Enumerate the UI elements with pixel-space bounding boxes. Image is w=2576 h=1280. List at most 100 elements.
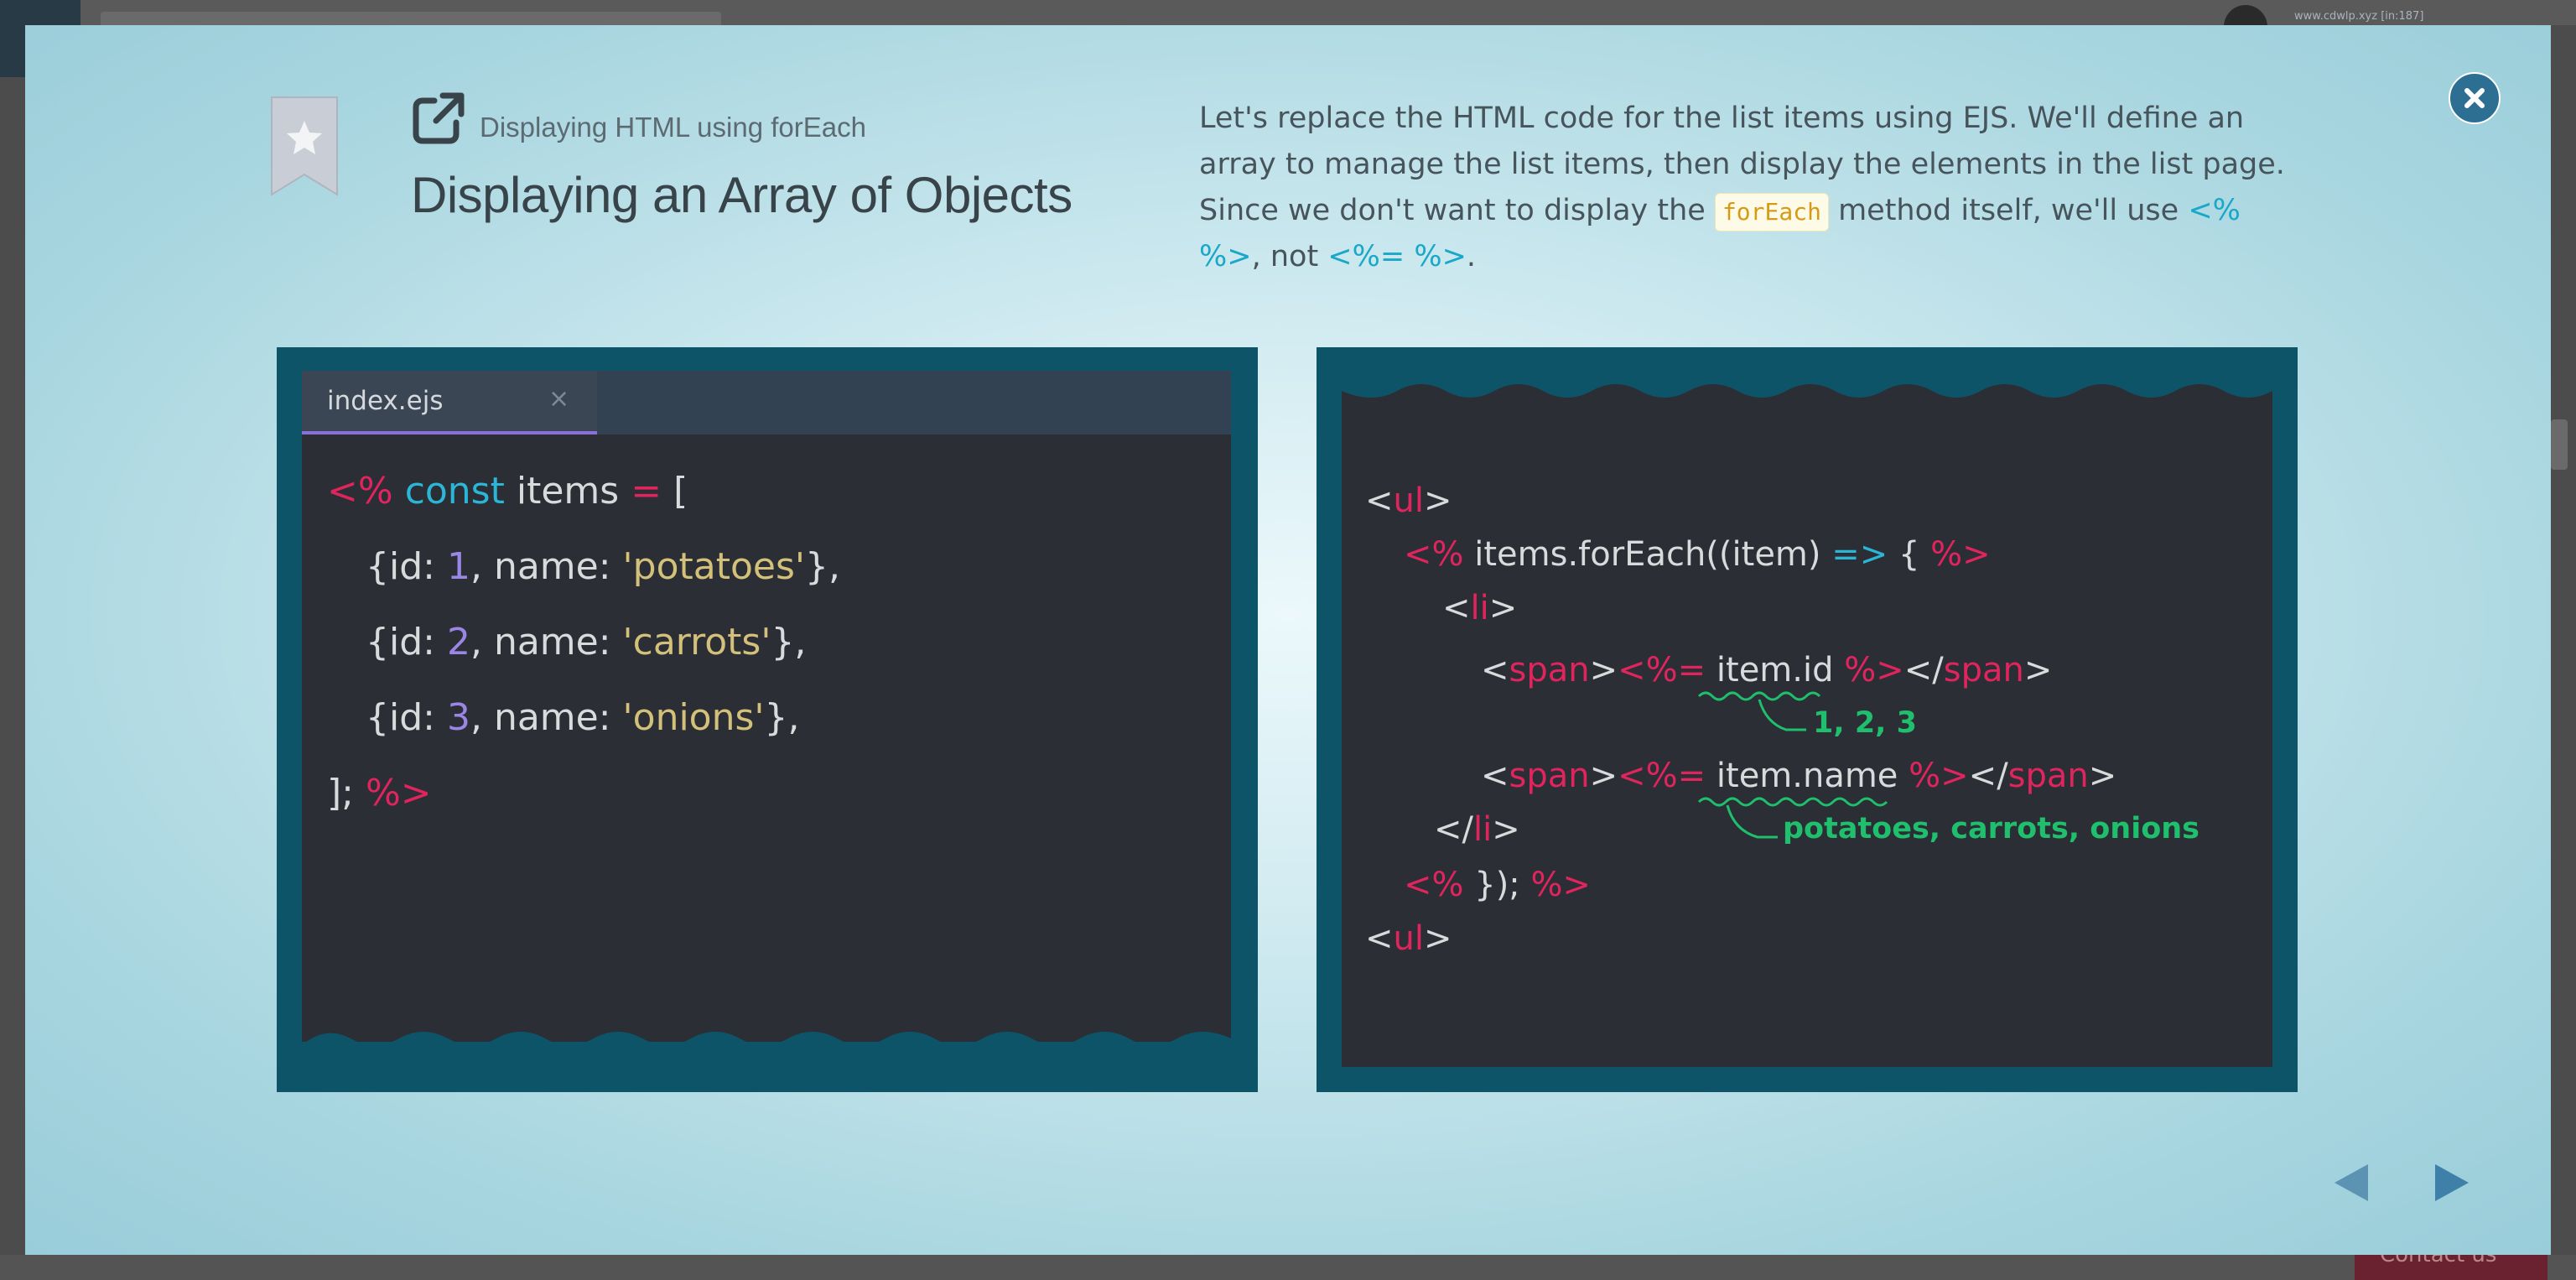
code-token: > [2023, 651, 2053, 689]
code-line: {id: 1, name: 'potatoes'}, [366, 545, 840, 588]
code-token: }, [771, 621, 807, 663]
code-token: 1 [446, 545, 470, 588]
code-token: 'carrots' [622, 621, 771, 663]
code-token: %> [366, 772, 432, 814]
output-code-area: <ul> <% items.forEach((item) => { %> <li… [1342, 371, 2272, 1067]
code-token: span [2007, 757, 2089, 795]
code-token: [ [673, 470, 688, 513]
code-line: <ul> [1365, 481, 1452, 520]
code-line: <% const items = [ [327, 470, 688, 513]
code-token: < [1481, 757, 1509, 795]
lesson-modal: Displaying HTML using forEach Displaying… [25, 25, 2551, 1255]
code-token: < [1481, 651, 1509, 689]
code-token: > [1488, 589, 1518, 627]
code-token: <% [1404, 535, 1464, 574]
code-line: <li> [1442, 589, 1517, 627]
lesson-subtitle: Displaying HTML using forEach [480, 112, 866, 143]
code-token: }); [1474, 866, 1520, 904]
background-user-text: www.cdwlp.xyz [in:187] [2294, 10, 2424, 23]
next-arrow-icon[interactable] [2428, 1159, 2475, 1206]
code-token: %> [1530, 866, 1592, 904]
code-token: 2 [446, 621, 470, 663]
bookmark-star-icon[interactable] [268, 96, 340, 198]
external-link-icon[interactable] [411, 91, 466, 146]
code-line: <ul> [1365, 919, 1452, 958]
code-token: span [1943, 651, 2024, 689]
code-token: 'potatoes' [622, 545, 805, 588]
code-token: %> [1930, 535, 1991, 574]
code-token: <%= [1618, 651, 1706, 689]
code-panel: index.ejs × <% const items = [ {id: 1, n… [277, 347, 1258, 1092]
code-token: <%= [1618, 757, 1706, 795]
code-line: <% items.forEach((item) => { %> [1404, 535, 1991, 574]
tab-filename: index.ejs [327, 386, 444, 416]
code-token: > [1423, 919, 1452, 958]
description-text: method itself, we'll use [1828, 194, 2189, 227]
code-token: <% [1404, 866, 1464, 904]
code-token: items [516, 470, 620, 513]
code-token: ul [1393, 481, 1424, 520]
code-token: , name: [470, 545, 623, 588]
lesson-title: Displaying an Array of Objects [411, 167, 1072, 223]
tab-close-icon[interactable]: × [548, 384, 569, 414]
code-line: <% }); %> [1404, 866, 1591, 904]
inline-token-output: <%= %> [1327, 240, 1467, 273]
code-token: {id: [366, 545, 447, 588]
code-line: </li> [1434, 810, 1520, 849]
code-token: %> [1844, 651, 1904, 689]
code-token: item.name [1716, 757, 1898, 795]
code-line: <span><%= item.name %></span> [1481, 757, 2116, 795]
code-token: </ [1903, 651, 1944, 689]
code-token: }, [804, 545, 840, 588]
code-token: > [1589, 651, 1618, 689]
code-token: < [1365, 919, 1394, 958]
wave-decoration [1342, 371, 2272, 398]
description-text: , not [1251, 240, 1328, 273]
code-token: ]; [327, 772, 354, 814]
code-token: > [1492, 810, 1520, 849]
code-token: < [1442, 589, 1471, 627]
code-token: </ [1968, 757, 2008, 795]
code-line: ]; %> [327, 772, 432, 814]
code-token: }, [764, 696, 800, 739]
code-token: %> [1909, 757, 1969, 795]
code-token: = [631, 470, 662, 513]
close-button[interactable] [2449, 72, 2501, 124]
inline-code-foreach: forEach [1714, 193, 1829, 232]
code-token: item.id [1716, 651, 1834, 689]
code-line: <span><%= item.id %></span> [1481, 651, 2052, 689]
code-editor: index.ejs × <% const items = [ {id: 1, n… [302, 371, 1231, 1059]
code-token: > [1423, 481, 1452, 520]
code-token: , name: [470, 696, 623, 739]
description-text: . [1466, 240, 1477, 273]
code-token: { [1898, 535, 1920, 574]
code-token: 3 [446, 696, 470, 739]
code-token: items.forEach((item) [1474, 535, 1821, 574]
code-token: > [1589, 757, 1618, 795]
code-token: span [1509, 757, 1590, 795]
background-bottombar [0, 1255, 2576, 1280]
background-scrollbar [2551, 419, 2568, 470]
wave-decoration [302, 1032, 1231, 1059]
code-line: {id: 2, name: 'carrots'}, [366, 621, 806, 663]
code-token: {id: [366, 696, 447, 739]
code-token: span [1509, 651, 1590, 689]
editor-tab[interactable]: index.ejs × [302, 371, 597, 434]
code-token: ul [1393, 919, 1424, 958]
annotation-ids: 1, 2, 3 [1813, 706, 1918, 740]
code-token: li [1473, 810, 1493, 849]
code-token: const [404, 470, 505, 513]
code-token: > [2088, 757, 2117, 795]
close-icon [2464, 88, 2485, 108]
lesson-description: Let's replace the HTML code for the list… [1199, 96, 2289, 280]
prev-arrow-icon[interactable] [2328, 1159, 2375, 1206]
code-line: {id: 3, name: 'onions'}, [366, 696, 799, 739]
code-token: li [1470, 589, 1489, 627]
code-token: </ [1434, 810, 1473, 849]
code-token: 'onions' [622, 696, 765, 739]
annotation-names: potatoes, carrots, onions [1783, 812, 2200, 846]
editor-tabbar: index.ejs × [302, 371, 1231, 434]
code-token: <% [327, 470, 393, 513]
code-token: , name: [470, 621, 623, 663]
code-token: {id: [366, 621, 447, 663]
